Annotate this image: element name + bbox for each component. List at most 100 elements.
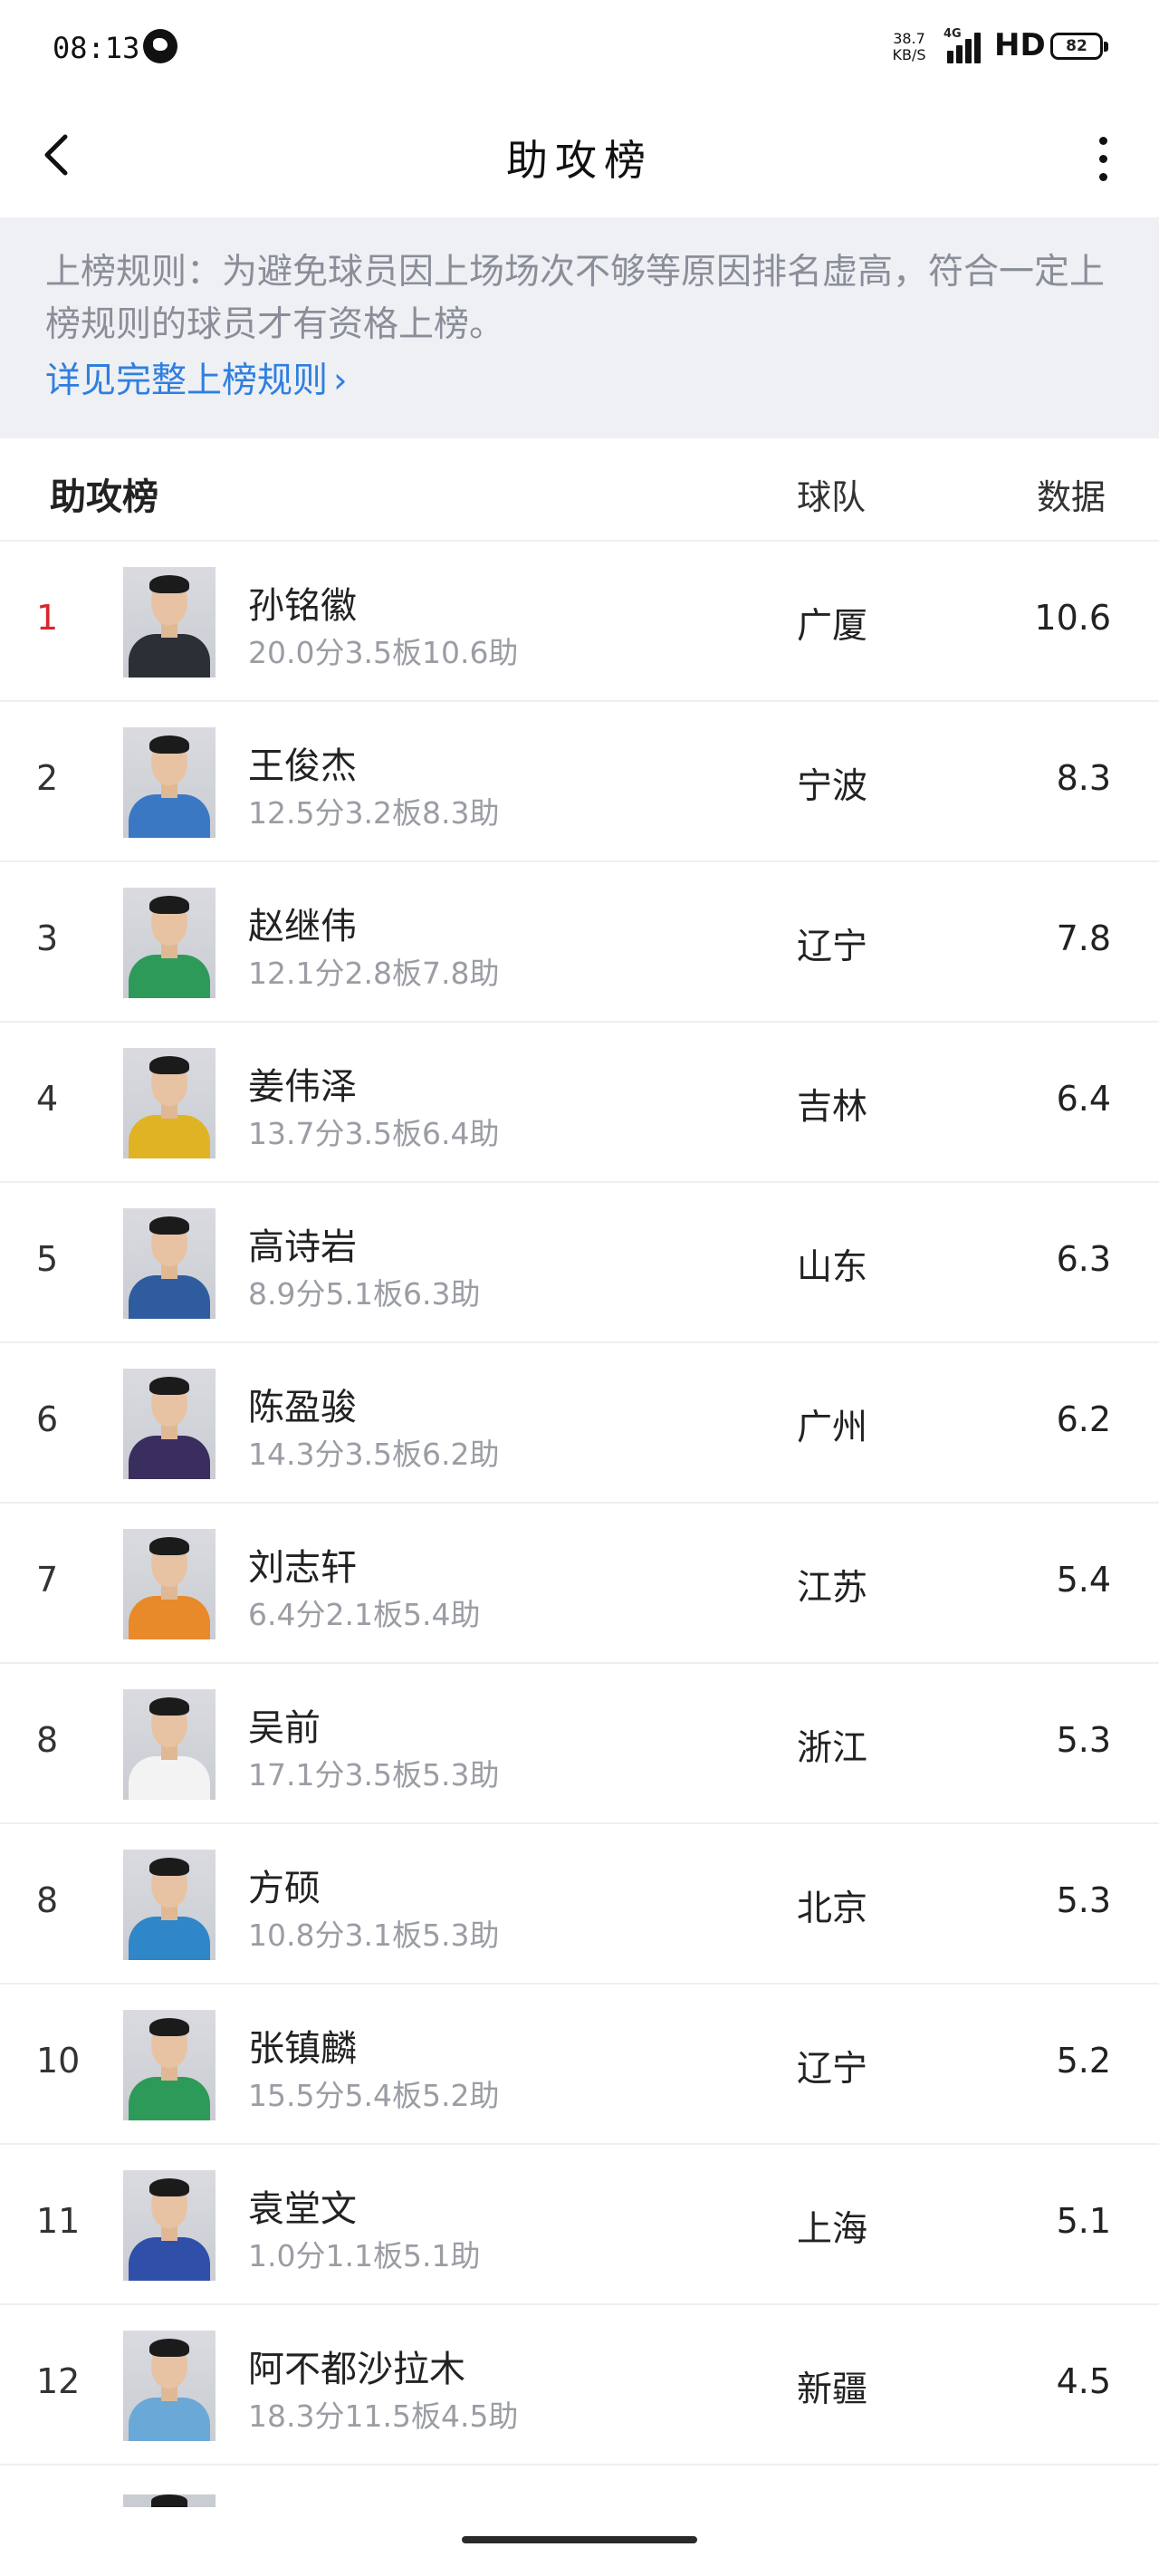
- player-stats: 10.8分3.1板5.3助: [248, 1918, 500, 1953]
- network-speed-unit: KB/S: [892, 46, 926, 63]
- player-stats: 8.9分5.1板6.3助: [248, 1276, 481, 1312]
- player-name: 高诗岩: [248, 1226, 357, 1268]
- player-avatar: [123, 2331, 216, 2441]
- player-team: 上海: [797, 2209, 868, 2250]
- table-row[interactable]: 2 王俊杰 12.5分3.2板8.3助 宁波 8.3: [0, 702, 1159, 862]
- table-row[interactable]: 5 高诗岩 8.9分5.1板6.3助 山东 6.3: [0, 1183, 1159, 1343]
- player-team: 宁波: [797, 766, 868, 807]
- player-assists-value: 5.3: [1056, 1720, 1111, 1760]
- player-team: 北京: [797, 1889, 868, 1929]
- full-rules-link-label: 详见完整上榜规则: [45, 360, 329, 401]
- table-row[interactable]: 11 袁堂文 1.0分1.1板5.1助 上海 5.1: [0, 2145, 1159, 2305]
- network-speed-value: 38.7: [893, 30, 925, 47]
- status-time: 08:13: [53, 31, 140, 65]
- player-rank: 6: [36, 1399, 59, 1439]
- player-avatar: [123, 888, 216, 998]
- player-name: 方硕: [248, 1868, 321, 1909]
- player-assists-value: 5.3: [1056, 1880, 1111, 1920]
- player-rank: 11: [36, 2201, 81, 2241]
- table-row[interactable]: 8 吴前 17.1分3.5板5.3助 浙江 5.3: [0, 1664, 1159, 1824]
- notification-app-icon: [143, 29, 177, 63]
- player-jersey: [129, 2398, 210, 2441]
- player-jersey: [129, 1917, 210, 1960]
- player-jersey: [129, 1436, 210, 1479]
- player-stats: 15.5分5.4板5.2助: [248, 2078, 500, 2113]
- player-jersey: [129, 955, 210, 998]
- player-avatar: [123, 1208, 216, 1319]
- table-row[interactable]: 3 赵继伟 12.1分2.8板7.8助 辽宁 7.8: [0, 862, 1159, 1023]
- player-avatar-partial: [123, 2494, 216, 2507]
- player-team: 辽宁: [797, 927, 868, 967]
- player-name: 王俊杰: [248, 745, 357, 787]
- player-stats: 1.0分1.1板5.1助: [248, 2238, 481, 2273]
- player-name: 吴前: [248, 1707, 321, 1749]
- table-row[interactable]: 4 姜伟泽 13.7分3.5板6.4助 吉林 6.4: [0, 1023, 1159, 1183]
- table-title: 助攻榜: [50, 476, 158, 518]
- player-stats: 6.4分2.1板5.4助: [248, 1597, 481, 1632]
- more-button[interactable]: [1085, 130, 1121, 187]
- rules-notice-text: 上榜规则：为避免球员因上场场次不够等原因排名虚高，符合一定上榜规则的球员才有资格…: [45, 252, 1106, 345]
- column-header-team: 球队: [797, 477, 867, 517]
- player-assists-value: 5.2: [1056, 2041, 1111, 2081]
- table-row[interactable]: 6 陈盈骏 14.3分3.5板6.2助 广州 6.2: [0, 1343, 1159, 1504]
- player-rank: 5: [36, 1239, 59, 1279]
- page-title: 助攻榜: [506, 136, 653, 185]
- player-team: 新疆: [797, 2369, 868, 2410]
- rules-notice: 上榜规则：为避免球员因上场场次不够等原因排名虚高，符合一定上榜规则的球员才有资格…: [0, 217, 1159, 438]
- player-rank: 12: [36, 2361, 81, 2401]
- player-jersey: [129, 2077, 210, 2120]
- chevron-right-icon: ›: [333, 360, 348, 401]
- player-rank: 8: [36, 1880, 59, 1920]
- player-jersey: [129, 1756, 210, 1800]
- player-avatar: [123, 1850, 216, 1960]
- player-assists-value: 8.3: [1056, 758, 1111, 798]
- status-bar: 08:13 38.7 KB/S 4G HD 82: [0, 0, 1159, 95]
- player-avatar: [123, 2170, 216, 2281]
- player-jersey: [129, 1275, 210, 1319]
- table-header: 助攻榜 球队 数据: [0, 438, 1159, 542]
- player-assists-value: 6.2: [1056, 1399, 1111, 1439]
- player-assists-value: 6.4: [1056, 1079, 1111, 1119]
- player-team: 山东: [797, 1247, 868, 1288]
- player-jersey: [129, 2237, 210, 2281]
- player-rank: 7: [36, 1560, 59, 1600]
- player-avatar: [123, 567, 216, 678]
- player-avatar: [123, 1369, 216, 1479]
- player-avatar: [123, 1048, 216, 1158]
- player-name: 阿不都沙拉木: [248, 2349, 465, 2390]
- player-name: 姜伟泽: [248, 1066, 357, 1108]
- table-row[interactable]: 7 刘志轩 6.4分2.1板5.4助 江苏 5.4: [0, 1504, 1159, 1664]
- player-rank: 8: [36, 1720, 59, 1760]
- player-team: 吉林: [797, 1087, 868, 1128]
- player-rank: 4: [36, 1079, 59, 1119]
- player-avatar: [123, 727, 216, 838]
- player-stats: 13.7分3.5板6.4助: [248, 1116, 500, 1151]
- player-assists-value: 6.3: [1056, 1239, 1111, 1279]
- table-row[interactable]: 12 阿不都沙拉木 18.3分11.5板4.5助 新疆 4.5: [0, 2305, 1159, 2465]
- table-row[interactable]: 8 方硕 10.8分3.1板5.3助 北京 5.3: [0, 1824, 1159, 1985]
- player-assists-value: 7.8: [1056, 918, 1111, 958]
- player-avatar: [123, 2010, 216, 2120]
- player-stats: 12.1分2.8板7.8助: [248, 956, 500, 991]
- full-rules-link[interactable]: 详见完整上榜规则 ›: [45, 355, 348, 408]
- player-stats: 18.3分11.5板4.5助: [248, 2398, 519, 2434]
- player-stats: 20.0分3.5板10.6助: [248, 635, 519, 670]
- player-team: 江苏: [797, 1568, 868, 1609]
- signal-icon: 4G: [943, 27, 987, 63]
- player-name: 袁堂文: [248, 2188, 357, 2230]
- player-name: 陈盈骏: [248, 1387, 357, 1428]
- player-name: 孙铭徽: [248, 585, 357, 627]
- hd-badge: HD: [994, 27, 1046, 63]
- player-assists-value: 5.1: [1056, 2201, 1111, 2241]
- player-assists-value: 10.6: [1034, 598, 1111, 638]
- player-jersey: [129, 634, 210, 678]
- page-header: 助攻榜: [0, 95, 1159, 217]
- table-row[interactable]: 1 孙铭徽 20.0分3.5板10.6助 广厦 10.6: [0, 542, 1159, 702]
- player-name: 刘志轩: [248, 1547, 357, 1589]
- table-row[interactable]: 10 张镇麟 15.5分5.4板5.2助 辽宁 5.2: [0, 1985, 1159, 2145]
- player-rank: 1: [36, 598, 59, 638]
- player-jersey: [129, 794, 210, 838]
- home-indicator[interactable]: [462, 2536, 697, 2543]
- network-speed: 38.7 KB/S: [889, 31, 929, 63]
- player-assists-value: 5.4: [1056, 1560, 1111, 1600]
